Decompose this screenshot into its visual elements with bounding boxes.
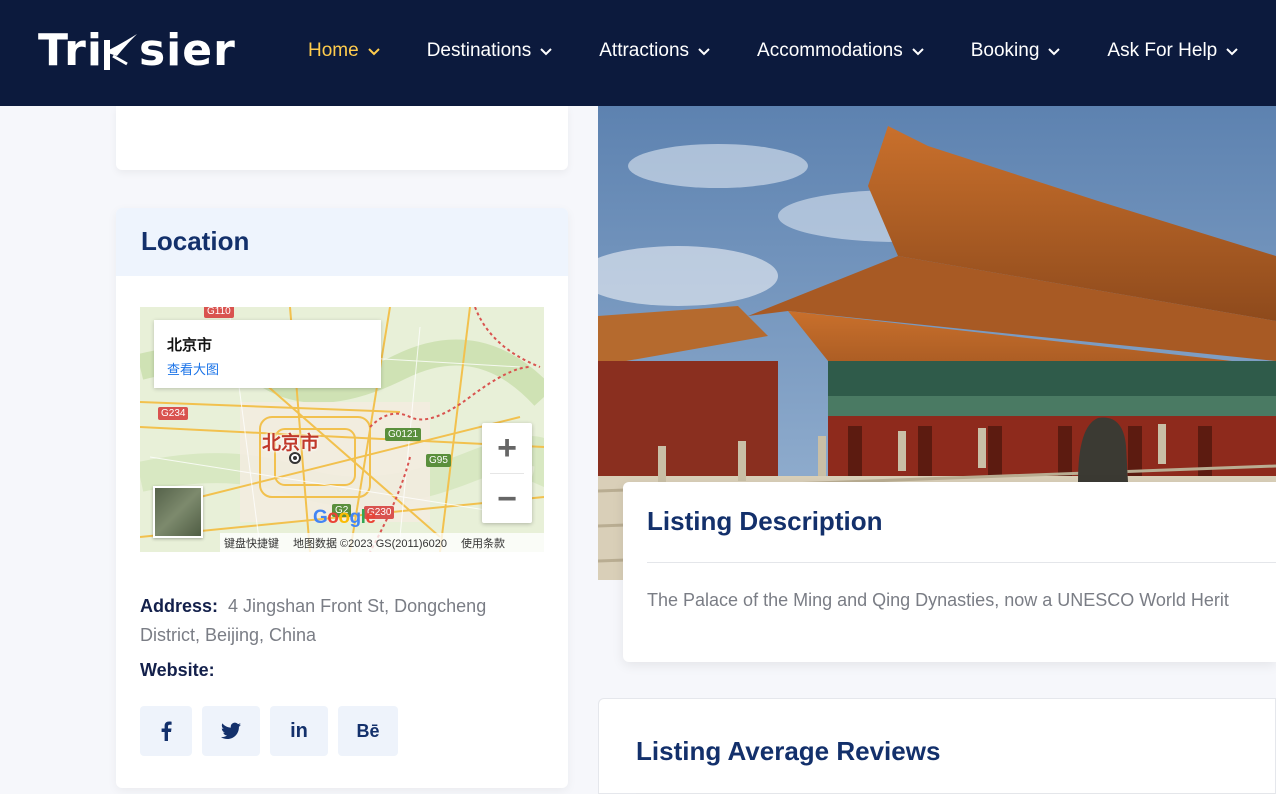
twitter-button[interactable]: [202, 706, 260, 756]
linkedin-icon: in: [290, 719, 308, 742]
nav-label: Booking: [970, 40, 1040, 61]
facebook-button[interactable]: [140, 706, 192, 756]
nav-attractions[interactable]: Attractions: [599, 36, 711, 66]
nav-ask-for-help[interactable]: Ask For Help: [1107, 36, 1239, 66]
facebook-icon: [161, 721, 172, 741]
nav-label: Ask For Help: [1107, 40, 1218, 61]
terms-link[interactable]: 使用条款: [461, 535, 505, 551]
road-badge: G110: [204, 307, 234, 318]
keyboard-shortcuts-link[interactable]: 键盘快捷键: [224, 535, 279, 551]
listing-description-title: Listing Description: [647, 506, 883, 536]
previous-card: [116, 106, 568, 170]
location-card-header: Location: [116, 208, 568, 276]
chevron-down-icon: [1226, 48, 1238, 56]
main-nav: Home Destinations Attractions Accommodat…: [308, 36, 1276, 66]
google-logo: Google: [313, 507, 376, 528]
map-place-popup: 北京市 查看大图: [154, 320, 381, 388]
location-title: Location: [141, 226, 250, 256]
website-label: Website:: [140, 660, 215, 680]
nav-label: Home: [308, 40, 359, 61]
site-header: Tri sier Home Destinations Attractions A…: [0, 0, 1276, 106]
linkedin-button[interactable]: in: [270, 706, 328, 756]
nav-booking[interactable]: Booking: [971, 36, 1062, 66]
twitter-icon: [221, 722, 241, 739]
nav-label: Attractions: [599, 40, 690, 61]
behance-button[interactable]: Bē: [338, 706, 398, 756]
nav-destinations[interactable]: Destinations: [427, 36, 554, 66]
listing-description-card: Listing Description The Palace of the Mi…: [623, 482, 1276, 662]
popup-city: 北京市: [167, 337, 213, 354]
map-footer: 键盘快捷键 地图数据 ©2023 GS(2011)6020 使用条款: [220, 533, 544, 552]
nav-accommodations[interactable]: Accommodations: [757, 36, 925, 66]
view-larger-map-link[interactable]: 查看大图: [167, 359, 368, 378]
zoom-in-button[interactable]: +: [482, 423, 532, 473]
zoom-out-button[interactable]: −: [482, 474, 532, 524]
listing-description-text: The Palace of the Ming and Qing Dynastie…: [647, 590, 1229, 610]
nav-label: Accommodations: [757, 40, 903, 61]
listing-reviews-title: Listing Average Reviews: [636, 736, 941, 766]
chevron-down-icon: [698, 48, 710, 56]
social-links: in Bē: [140, 706, 398, 756]
site-logo[interactable]: Tri sier: [38, 24, 236, 76]
address-label: Address:: [140, 596, 219, 616]
divider: [647, 562, 1276, 563]
road-badge: G234: [158, 407, 189, 420]
chevron-down-icon: [367, 48, 380, 56]
satellite-toggle-thumbnail[interactable]: [153, 486, 203, 538]
map-data-attribution: 地图数据 ©2023 GS(2011)6020: [293, 537, 448, 550]
road-badge: G95: [426, 454, 451, 467]
chevron-down-icon: [540, 48, 552, 56]
nav-home[interactable]: Home: [308, 36, 381, 66]
logo-text-left: Tri: [38, 24, 103, 76]
location-map[interactable]: G110 G234 G0121 G95 G2 G230 北京市 北京市 查看大图…: [140, 307, 544, 552]
nav-label: Destinations: [426, 40, 532, 61]
behance-icon: Bē: [356, 720, 380, 741]
location-card: Location G110 G234 G0121 G95 G2 G230 北京市…: [116, 208, 568, 788]
chevron-down-icon: [912, 48, 924, 56]
listing-reviews-card: Listing Average Reviews: [598, 698, 1276, 794]
chevron-down-icon: [1048, 48, 1061, 56]
map-zoom-controls: + −: [482, 423, 532, 523]
address-block: Address: 4 Jingshan Front St, Dongcheng …: [140, 592, 544, 650]
map-city-label: 北京市: [262, 433, 320, 454]
plane-icon: [103, 30, 139, 70]
road-badge: G0121: [385, 428, 422, 441]
logo-text-right: sier: [138, 24, 236, 76]
